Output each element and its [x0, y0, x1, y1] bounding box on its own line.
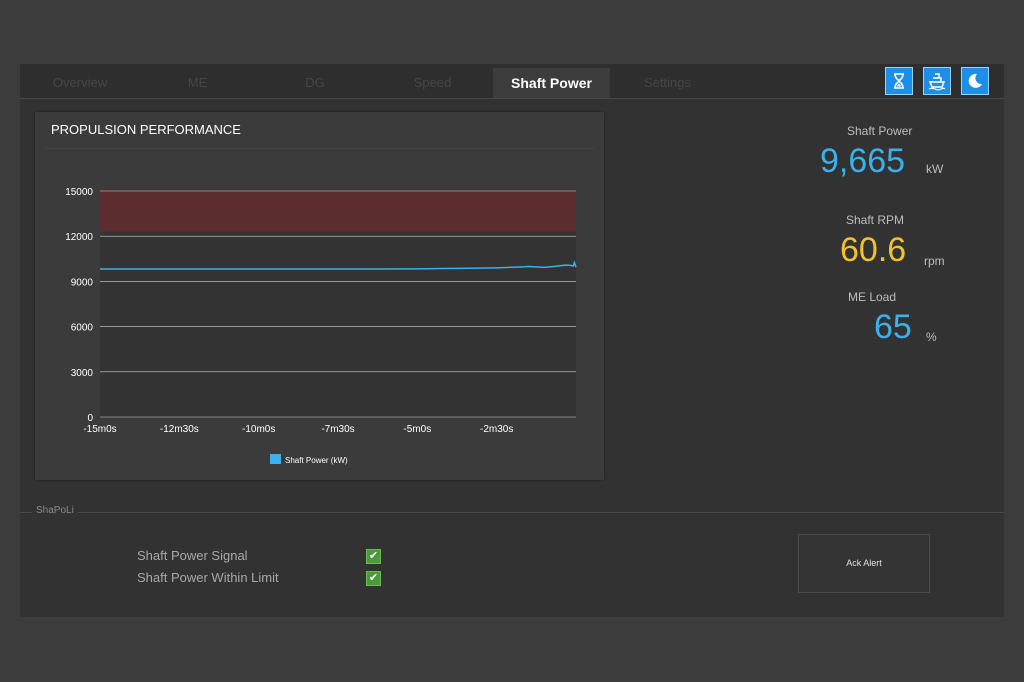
y-tick-label: 3000: [71, 368, 94, 379]
tab-bar: Overview ME DG Speed Shaft Power Setting…: [20, 64, 1004, 99]
tab-shaft-power[interactable]: Shaft Power: [493, 68, 610, 98]
moon-button[interactable]: [961, 67, 989, 95]
tab-dg[interactable]: DG: [255, 68, 375, 98]
shaft-power-chart: 15000 12000 9000 6000 3000 0-15m0s -12m30s -10m…: [65, 187, 577, 465]
alarm-band: [100, 191, 576, 232]
shapoli-group-label: ShaPoLi: [32, 505, 78, 516]
me-load-unit: %: [926, 330, 937, 344]
tab-settings[interactable]: Settings: [610, 68, 725, 98]
propulsion-chart-panel: PROPULSION PERFORMANCE 15000 12000 9000 600…: [35, 112, 604, 480]
y-tick-label: 9000: [71, 277, 94, 288]
shaft-power-value: 9,665: [820, 142, 906, 180]
x-tick-label: -2m30s: [480, 424, 513, 435]
tab-me[interactable]: ME: [140, 68, 255, 98]
y-tick-label: 12000: [65, 232, 93, 243]
x-tick-label: -10m0s: [242, 424, 275, 435]
y-tick-label: 0: [87, 413, 93, 424]
me-load-value: 65: [874, 308, 912, 346]
x-tick-label: -15m0s: [83, 424, 116, 435]
tab-overview[interactable]: Overview: [20, 68, 140, 98]
y-tick-label: 15000: [65, 187, 93, 198]
legend-label: Shaft Power (kW): [285, 456, 348, 465]
tab-speed[interactable]: Speed: [375, 68, 490, 98]
legend-swatch: [270, 454, 281, 464]
moon-icon: [968, 73, 982, 88]
x-tick-label: -12m30s: [160, 424, 199, 435]
shaft-rpm-value: 60.6: [840, 231, 907, 269]
app-window: Overview ME DG Speed Shaft Power Setting…: [20, 64, 1004, 617]
shaft-rpm-label: Shaft RPM: [846, 213, 905, 227]
shaft-power-signal-checkbox[interactable]: ✔: [366, 549, 381, 564]
x-tick-label: -5m0s: [403, 424, 431, 435]
ack-alert-button[interactable]: Ack Alert: [798, 534, 930, 593]
hourglass-button[interactable]: [885, 67, 913, 95]
ship-button[interactable]: [923, 67, 951, 95]
shaft-rpm-unit: rpm: [924, 254, 945, 268]
me-load-label: ME Load: [848, 290, 897, 304]
shapoli-group-divider: [20, 512, 1004, 513]
y-tick-label: 6000: [71, 323, 94, 334]
ship-icon: [928, 73, 946, 91]
shaft-power-unit: kW: [926, 162, 944, 176]
shaft-power-label: Shaft Power: [847, 124, 913, 138]
shaft-power-within-limit-checkbox[interactable]: ✔: [366, 571, 381, 586]
shaft-power-signal-label: Shaft Power Signal: [137, 548, 248, 563]
x-tick-label: -7m30s: [321, 424, 354, 435]
hourglass-icon: [894, 73, 904, 89]
shaft-power-within-limit-label: Shaft Power Within Limit: [137, 570, 279, 585]
